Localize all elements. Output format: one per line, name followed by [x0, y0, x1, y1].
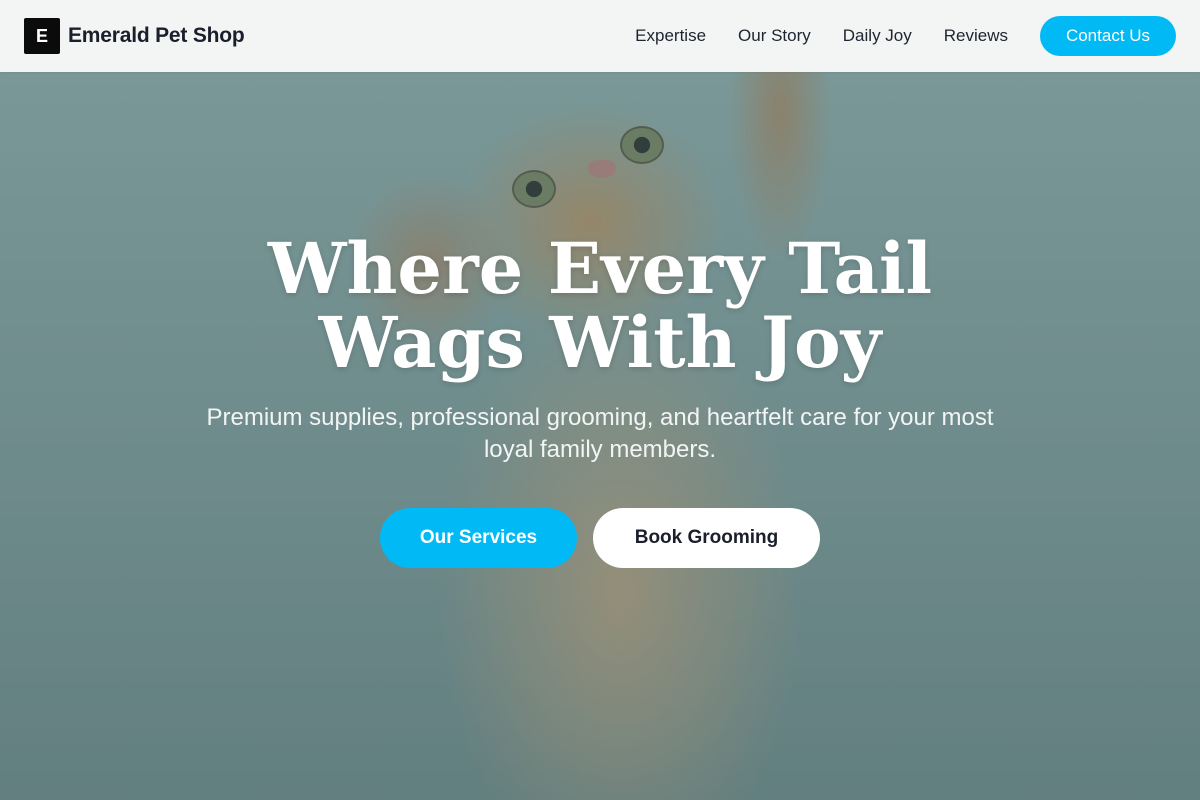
hero-content: Where Every Tail Wags With Joy Premium s… [0, 72, 1200, 800]
site-header: E Emerald Pet Shop Expertise Our Story D… [0, 0, 1200, 72]
nav-link-reviews[interactable]: Reviews [944, 26, 1008, 46]
nav-link-our-story[interactable]: Our Story [738, 26, 811, 46]
logo-mark: E [24, 18, 60, 54]
hero-section: Where Every Tail Wags With Joy Premium s… [0, 72, 1200, 800]
our-services-button[interactable]: Our Services [380, 508, 577, 568]
logo[interactable]: E Emerald Pet Shop [24, 18, 245, 54]
hero-cta-row: Our Services Book Grooming [380, 508, 820, 568]
book-grooming-button[interactable]: Book Grooming [593, 508, 820, 568]
brand-name: Emerald Pet Shop [68, 24, 245, 47]
contact-us-button[interactable]: Contact Us [1040, 16, 1176, 56]
hero-subtitle: Premium supplies, professional grooming,… [206, 404, 994, 463]
hero-title: Where Every Tail Wags With Joy [267, 227, 933, 384]
nav-link-expertise[interactable]: Expertise [635, 26, 706, 46]
nav-link-daily-joy[interactable]: Daily Joy [843, 26, 912, 46]
main-nav: Expertise Our Story Daily Joy Reviews [635, 26, 1008, 46]
